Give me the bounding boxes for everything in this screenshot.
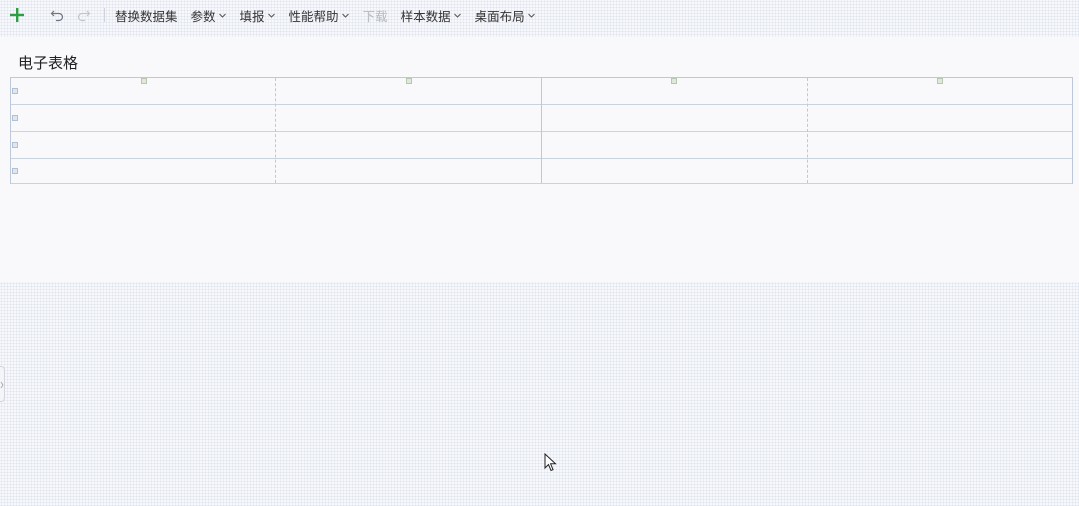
toolbar: 替换数据集 参数 填报 性能帮助 下载 样本数据 桌面布局 [0,0,1079,30]
desktop-layout-dropdown[interactable]: 桌面布局 [475,6,536,25]
column-divider[interactable] [275,78,276,183]
row-handle-icon[interactable] [12,115,18,121]
column-handle-icon[interactable] [937,78,943,84]
component-title: 电子表格 [18,54,79,72]
chevron-right-icon [0,381,4,389]
sample-data-dropdown[interactable]: 样本数据 [401,6,462,25]
row-handle-icon[interactable] [12,168,18,174]
replace-dataset-label: 替换数据集 [115,8,178,24]
chevron-down-icon [453,13,461,18]
undo-icon[interactable] [48,6,66,24]
column-divider[interactable] [807,78,808,183]
column-handle-icon[interactable] [671,78,677,84]
performance-help-label: 性能帮助 [288,8,339,24]
desktop-layout-label: 桌面布局 [474,8,525,24]
spreadsheet-grid[interactable] [10,77,1073,184]
performance-help-dropdown[interactable]: 性能帮助 [289,6,350,25]
toolbar-separator [104,8,105,22]
download-label: 下载 [362,8,388,24]
sample-data-label: 样本数据 [400,8,451,24]
download-button[interactable]: 下载 [363,6,388,25]
replace-dataset-button[interactable]: 替换数据集 [115,6,178,25]
chevron-down-icon [527,13,535,18]
column-handle-icon[interactable] [406,78,412,84]
spreadsheet-component[interactable]: 电子表格 [0,37,1079,282]
chevron-down-icon [341,13,349,18]
chevron-down-icon [218,13,226,18]
redo-icon[interactable] [74,6,92,24]
row-handle-icon[interactable] [12,88,18,94]
params-dropdown[interactable]: 参数 [191,6,227,25]
params-label: 参数 [190,8,216,24]
plus-icon[interactable] [8,6,26,24]
chevron-down-icon [267,13,275,18]
fill-report-dropdown[interactable]: 填报 [240,6,276,25]
fill-report-label: 填报 [239,8,265,24]
column-divider[interactable] [541,78,542,183]
side-panel-handle[interactable] [0,366,5,402]
column-handle-icon[interactable] [141,78,147,84]
mouse-cursor-icon [544,453,557,472]
row-handle-icon[interactable] [12,142,18,148]
